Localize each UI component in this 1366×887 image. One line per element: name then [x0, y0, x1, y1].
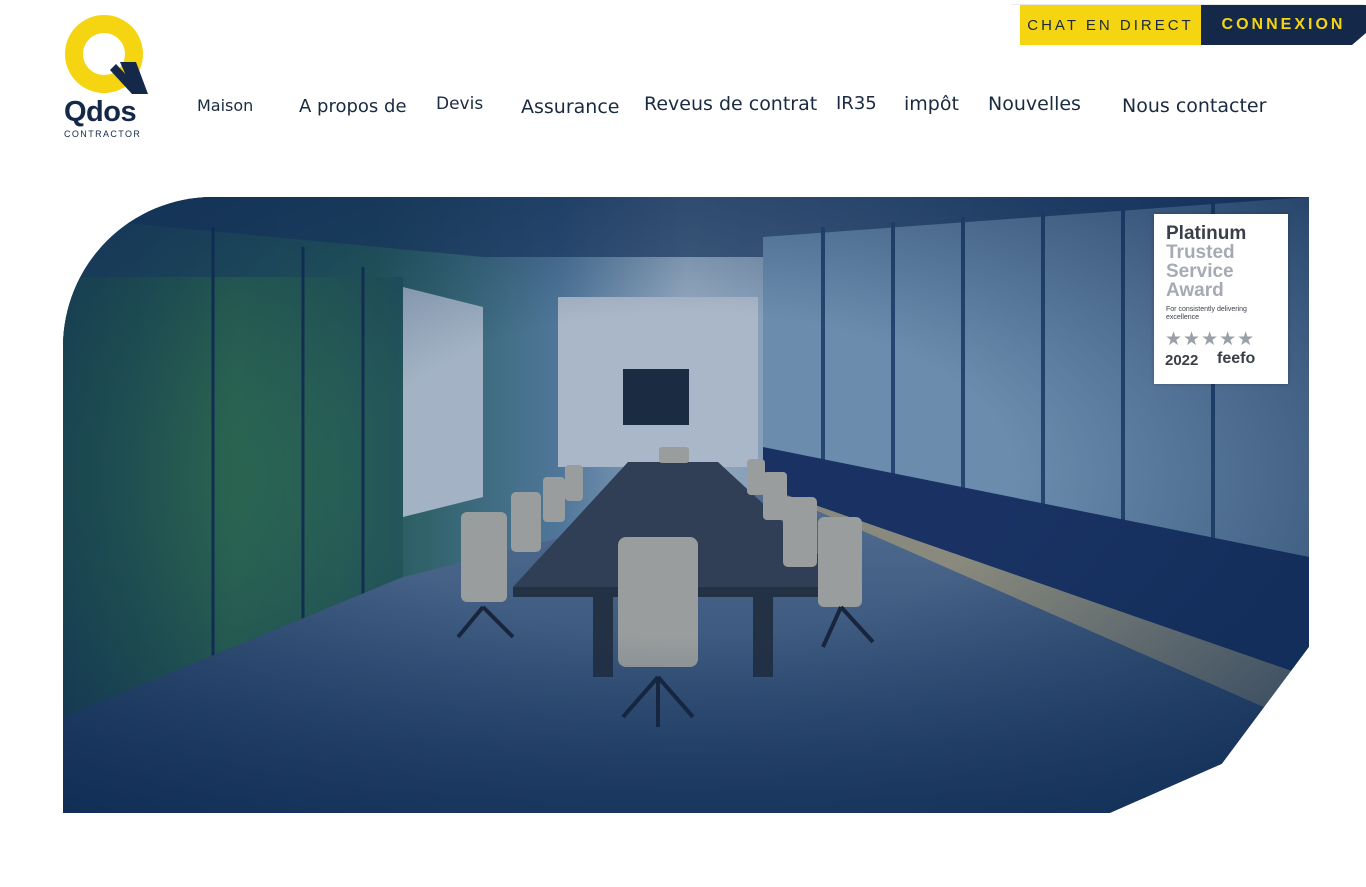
nav-item-ir35[interactable]: IR35 — [836, 93, 877, 114]
award-line-1: Platinum — [1166, 223, 1247, 244]
nav-item-contact[interactable]: Nous contacter — [1122, 95, 1266, 117]
award-subline: For consistently delivering excellence — [1166, 306, 1247, 321]
feefo-logo: feefo — [1217, 350, 1256, 367]
award-line-2: Trusted — [1166, 242, 1235, 263]
award-line-4: Award — [1166, 280, 1224, 301]
nav-item-tax[interactable]: impôt — [904, 93, 959, 115]
corner-fold-icon — [1352, 33, 1366, 45]
award-line-3: Service — [1166, 261, 1234, 282]
nav-item-maison[interactable]: Maison — [197, 96, 253, 115]
login-button[interactable]: CONNEXION — [1201, 5, 1366, 45]
nav-item-insurance[interactable]: Assurance — [521, 96, 619, 118]
qdos-ring-icon — [65, 15, 148, 94]
live-chat-button[interactable]: CHAT EN DIRECT — [1020, 5, 1201, 45]
nav-item-contract-review[interactable]: Reveus de contrat — [644, 93, 817, 115]
star-rating-icon: ★★★★★ — [1165, 329, 1256, 350]
nav-item-about[interactable]: A propos de — [299, 96, 407, 117]
top-actions: CHAT EN DIRECT CONNEXION — [1020, 5, 1366, 45]
logo-subtitle: CONTRACTOR — [64, 129, 142, 139]
award-year: 2022 — [1165, 352, 1199, 369]
feefo-award-badge: Platinum Trusted Service Award For consi… — [1154, 214, 1288, 384]
conference-room-illustration — [63, 197, 1309, 813]
login-label: CONNEXION — [1221, 16, 1346, 33]
logo-wordmark: Qdos — [64, 96, 137, 128]
nav-item-news[interactable]: Nouvelles — [988, 93, 1081, 115]
nav-item-quotes[interactable]: Devis — [436, 94, 483, 114]
qdos-logo[interactable]: Qdos CONTRACTOR — [62, 14, 150, 142]
hero-image — [63, 197, 1309, 813]
